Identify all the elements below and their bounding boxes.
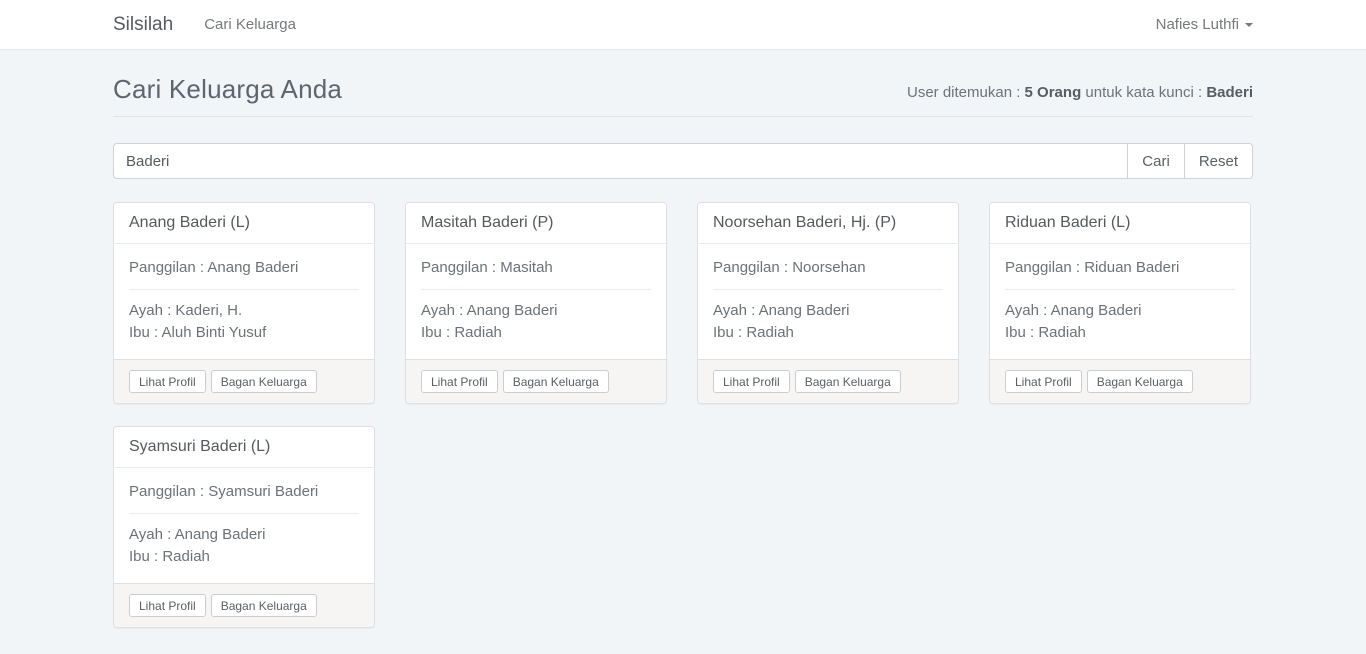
view-profile-button[interactable]: Lihat Profil bbox=[129, 370, 206, 393]
person-card-footer: Lihat Profil Bagan Keluarga bbox=[406, 359, 666, 403]
page-header: Cari Keluarga Anda User ditemukan : 5 Or… bbox=[113, 74, 1253, 117]
person-nickname: Panggilan : Riduan Baderi bbox=[1005, 257, 1235, 279]
brand-link[interactable]: Silsilah bbox=[113, 14, 173, 36]
family-chart-button[interactable]: Bagan Keluarga bbox=[211, 370, 317, 393]
result-summary-prefix: User ditemukan : bbox=[907, 84, 1025, 101]
person-card-footer: Lihat Profil Bagan Keluarga bbox=[114, 583, 374, 627]
user-menu-dropdown[interactable]: Nafies Luthfi bbox=[1156, 16, 1253, 33]
result-keyword: Baderi bbox=[1206, 84, 1253, 101]
divider bbox=[129, 513, 359, 514]
search-reset-button[interactable]: Reset bbox=[1185, 143, 1253, 179]
person-mother: Ibu : Radiah bbox=[421, 322, 651, 344]
search-input[interactable] bbox=[113, 143, 1128, 179]
person-mother: Ibu : Radiah bbox=[129, 546, 359, 568]
family-chart-button[interactable]: Bagan Keluarga bbox=[1087, 370, 1193, 393]
main-content: Cari Keluarga Anda User ditemukan : 5 Or… bbox=[113, 74, 1253, 628]
person-card: Anang Baderi (L) Panggilan : Anang Bader… bbox=[113, 202, 375, 404]
divider bbox=[129, 289, 359, 290]
person-card-footer: Lihat Profil Bagan Keluarga bbox=[114, 359, 374, 403]
person-card-title: Syamsuri Baderi (L) bbox=[114, 427, 374, 468]
person-card: Syamsuri Baderi (L) Panggilan : Syamsuri… bbox=[113, 426, 375, 628]
person-father: Ayah : Anang Baderi bbox=[129, 524, 359, 546]
person-father: Ayah : Anang Baderi bbox=[713, 300, 943, 322]
person-card-title: Masitah Baderi (P) bbox=[406, 203, 666, 244]
family-chart-button[interactable]: Bagan Keluarga bbox=[211, 594, 317, 617]
navbar: Silsilah Cari Keluarga Nafies Luthfi bbox=[0, 0, 1366, 50]
person-nickname: Panggilan : Noorsehan bbox=[713, 257, 943, 279]
view-profile-button[interactable]: Lihat Profil bbox=[713, 370, 790, 393]
person-card: Riduan Baderi (L) Panggilan : Riduan Bad… bbox=[989, 202, 1251, 404]
caret-down-icon bbox=[1245, 23, 1253, 27]
person-mother: Ibu : Radiah bbox=[1005, 322, 1235, 344]
search-form: Cari Reset bbox=[113, 143, 1253, 179]
person-nickname: Panggilan : Syamsuri Baderi bbox=[129, 481, 359, 503]
person-card-body: Panggilan : Riduan Baderi Ayah : Anang B… bbox=[990, 244, 1250, 359]
person-nickname: Panggilan : Masitah bbox=[421, 257, 651, 279]
search-results-grid: Anang Baderi (L) Panggilan : Anang Bader… bbox=[113, 202, 1253, 628]
view-profile-button[interactable]: Lihat Profil bbox=[1005, 370, 1082, 393]
person-card: Noorsehan Baderi, Hj. (P) Panggilan : No… bbox=[697, 202, 959, 404]
person-card-body: Panggilan : Syamsuri Baderi Ayah : Anang… bbox=[114, 468, 374, 583]
person-mother: Ibu : Radiah bbox=[713, 322, 943, 344]
person-mother: Ibu : Aluh Binti Yusuf bbox=[129, 322, 359, 344]
user-menu-label: Nafies Luthfi bbox=[1156, 16, 1239, 33]
person-father: Ayah : Anang Baderi bbox=[421, 300, 651, 322]
person-father: Ayah : Anang Baderi bbox=[1005, 300, 1235, 322]
search-submit-button[interactable]: Cari bbox=[1128, 143, 1185, 179]
result-summary: User ditemukan : 5 Orang untuk kata kunc… bbox=[907, 84, 1253, 105]
person-card-title: Anang Baderi (L) bbox=[114, 203, 374, 244]
person-card-body: Panggilan : Anang Baderi Ayah : Kaderi, … bbox=[114, 244, 374, 359]
nav-item-cari-keluarga[interactable]: Cari Keluarga bbox=[204, 16, 296, 33]
person-card-body: Panggilan : Noorsehan Ayah : Anang Bader… bbox=[698, 244, 958, 359]
person-card-title: Noorsehan Baderi, Hj. (P) bbox=[698, 203, 958, 244]
person-card: Masitah Baderi (P) Panggilan : Masitah A… bbox=[405, 202, 667, 404]
family-chart-button[interactable]: Bagan Keluarga bbox=[795, 370, 901, 393]
result-summary-middle: untuk kata kunci : bbox=[1081, 84, 1206, 101]
person-card-footer: Lihat Profil Bagan Keluarga bbox=[990, 359, 1250, 403]
view-profile-button[interactable]: Lihat Profil bbox=[129, 594, 206, 617]
family-chart-button[interactable]: Bagan Keluarga bbox=[503, 370, 609, 393]
view-profile-button[interactable]: Lihat Profil bbox=[421, 370, 498, 393]
page-title: Cari Keluarga Anda bbox=[113, 74, 342, 105]
person-card-footer: Lihat Profil Bagan Keluarga bbox=[698, 359, 958, 403]
person-nickname: Panggilan : Anang Baderi bbox=[129, 257, 359, 279]
person-card-title: Riduan Baderi (L) bbox=[990, 203, 1250, 244]
divider bbox=[421, 289, 651, 290]
divider bbox=[713, 289, 943, 290]
divider bbox=[1005, 289, 1235, 290]
person-father: Ayah : Kaderi, H. bbox=[129, 300, 359, 322]
person-card-body: Panggilan : Masitah Ayah : Anang Baderi … bbox=[406, 244, 666, 359]
result-count: 5 Orang bbox=[1025, 84, 1082, 101]
